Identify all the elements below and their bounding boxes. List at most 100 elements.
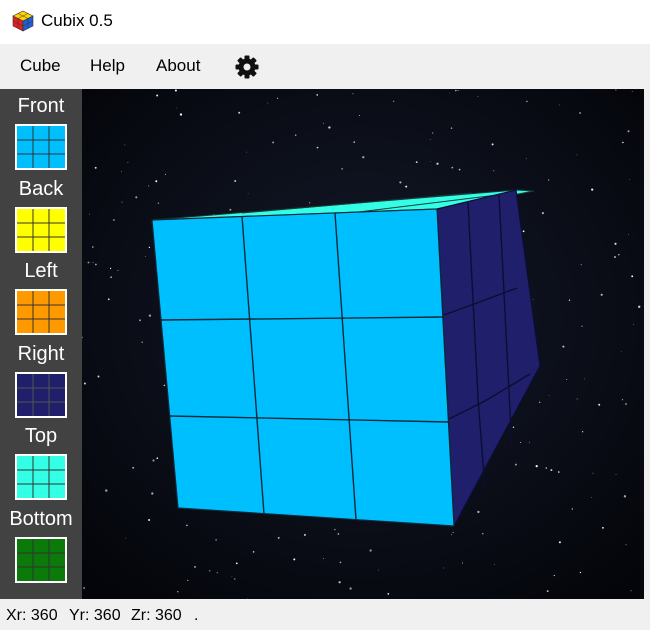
star	[89, 213, 91, 215]
star	[132, 466, 135, 469]
star	[359, 114, 361, 117]
cube-front-face	[151, 208, 455, 527]
star	[148, 314, 152, 317]
cube-viewport[interactable]	[82, 89, 644, 599]
star	[113, 219, 115, 221]
star	[148, 246, 151, 249]
window-edge	[644, 89, 650, 599]
star	[532, 298, 534, 300]
star	[568, 299, 571, 301]
star	[353, 141, 355, 143]
front-face-swatch[interactable]	[15, 124, 67, 170]
gear-icon[interactable]	[234, 54, 260, 80]
star	[627, 130, 630, 133]
star	[614, 256, 616, 258]
menu-bar: Cube Help About	[0, 44, 650, 89]
star	[267, 102, 269, 104]
menu-about[interactable]: About	[156, 56, 200, 76]
right-face-swatch[interactable]	[15, 372, 67, 418]
star	[415, 161, 418, 164]
star	[209, 570, 211, 572]
star	[156, 457, 159, 460]
star	[580, 264, 582, 266]
star	[339, 561, 342, 564]
star	[277, 536, 280, 539]
x-rotation-readout: Xr: 360	[6, 607, 58, 624]
star	[461, 562, 463, 564]
star	[186, 524, 188, 527]
star	[272, 141, 275, 144]
star	[87, 261, 90, 264]
star	[144, 255, 146, 257]
star	[231, 576, 233, 578]
star	[177, 591, 179, 593]
star	[337, 533, 340, 535]
star	[362, 156, 365, 159]
star	[546, 590, 549, 593]
star	[621, 399, 624, 401]
star	[316, 146, 319, 149]
star	[352, 93, 354, 95]
star	[528, 441, 530, 443]
star	[164, 173, 166, 175]
star	[323, 122, 324, 124]
face-label-top: Top	[24, 425, 58, 447]
star	[92, 261, 94, 263]
face-label-bottom: Bottom	[9, 508, 73, 530]
star	[238, 111, 241, 114]
back-face-swatch[interactable]	[15, 207, 67, 253]
star	[451, 534, 452, 536]
star	[328, 126, 331, 129]
star	[493, 170, 495, 172]
star	[349, 587, 352, 590]
star	[450, 127, 453, 129]
star	[215, 539, 217, 541]
star	[548, 395, 550, 396]
star	[581, 431, 584, 433]
star	[458, 168, 461, 171]
left-face-grid	[17, 291, 65, 333]
cube-canvas[interactable]	[82, 89, 644, 599]
star	[494, 563, 495, 565]
star	[246, 151, 248, 153]
star	[277, 97, 279, 99]
star	[405, 185, 408, 188]
menu-help[interactable]: Help	[90, 56, 125, 76]
star	[293, 558, 296, 561]
star	[341, 168, 343, 170]
menu-cube[interactable]: Cube	[20, 56, 61, 76]
star	[141, 341, 143, 343]
top-face-swatch[interactable]	[15, 454, 67, 500]
star	[630, 590, 632, 592]
window-title: Cubix 0.5	[41, 11, 113, 30]
star	[378, 569, 380, 571]
star	[557, 471, 560, 473]
star	[432, 132, 434, 134]
star	[579, 571, 582, 574]
star	[308, 202, 311, 204]
star	[157, 202, 160, 204]
top-face-grid	[17, 456, 65, 498]
star	[535, 464, 538, 468]
bottom-face-swatch[interactable]	[15, 537, 67, 583]
star	[294, 134, 297, 136]
star	[229, 208, 232, 211]
star	[579, 112, 581, 114]
star	[151, 492, 154, 495]
left-face-swatch[interactable]	[15, 289, 67, 335]
star	[234, 179, 237, 183]
star	[620, 351, 622, 352]
star	[623, 495, 627, 498]
face-label-front: Front	[17, 95, 65, 117]
star	[512, 426, 515, 429]
star	[436, 162, 439, 165]
star	[553, 574, 555, 577]
star	[247, 193, 249, 195]
star	[566, 378, 568, 381]
star	[303, 533, 306, 536]
star	[127, 161, 129, 163]
star	[452, 531, 454, 534]
star	[550, 469, 553, 472]
back-face-grid	[17, 209, 65, 251]
star	[429, 161, 431, 163]
